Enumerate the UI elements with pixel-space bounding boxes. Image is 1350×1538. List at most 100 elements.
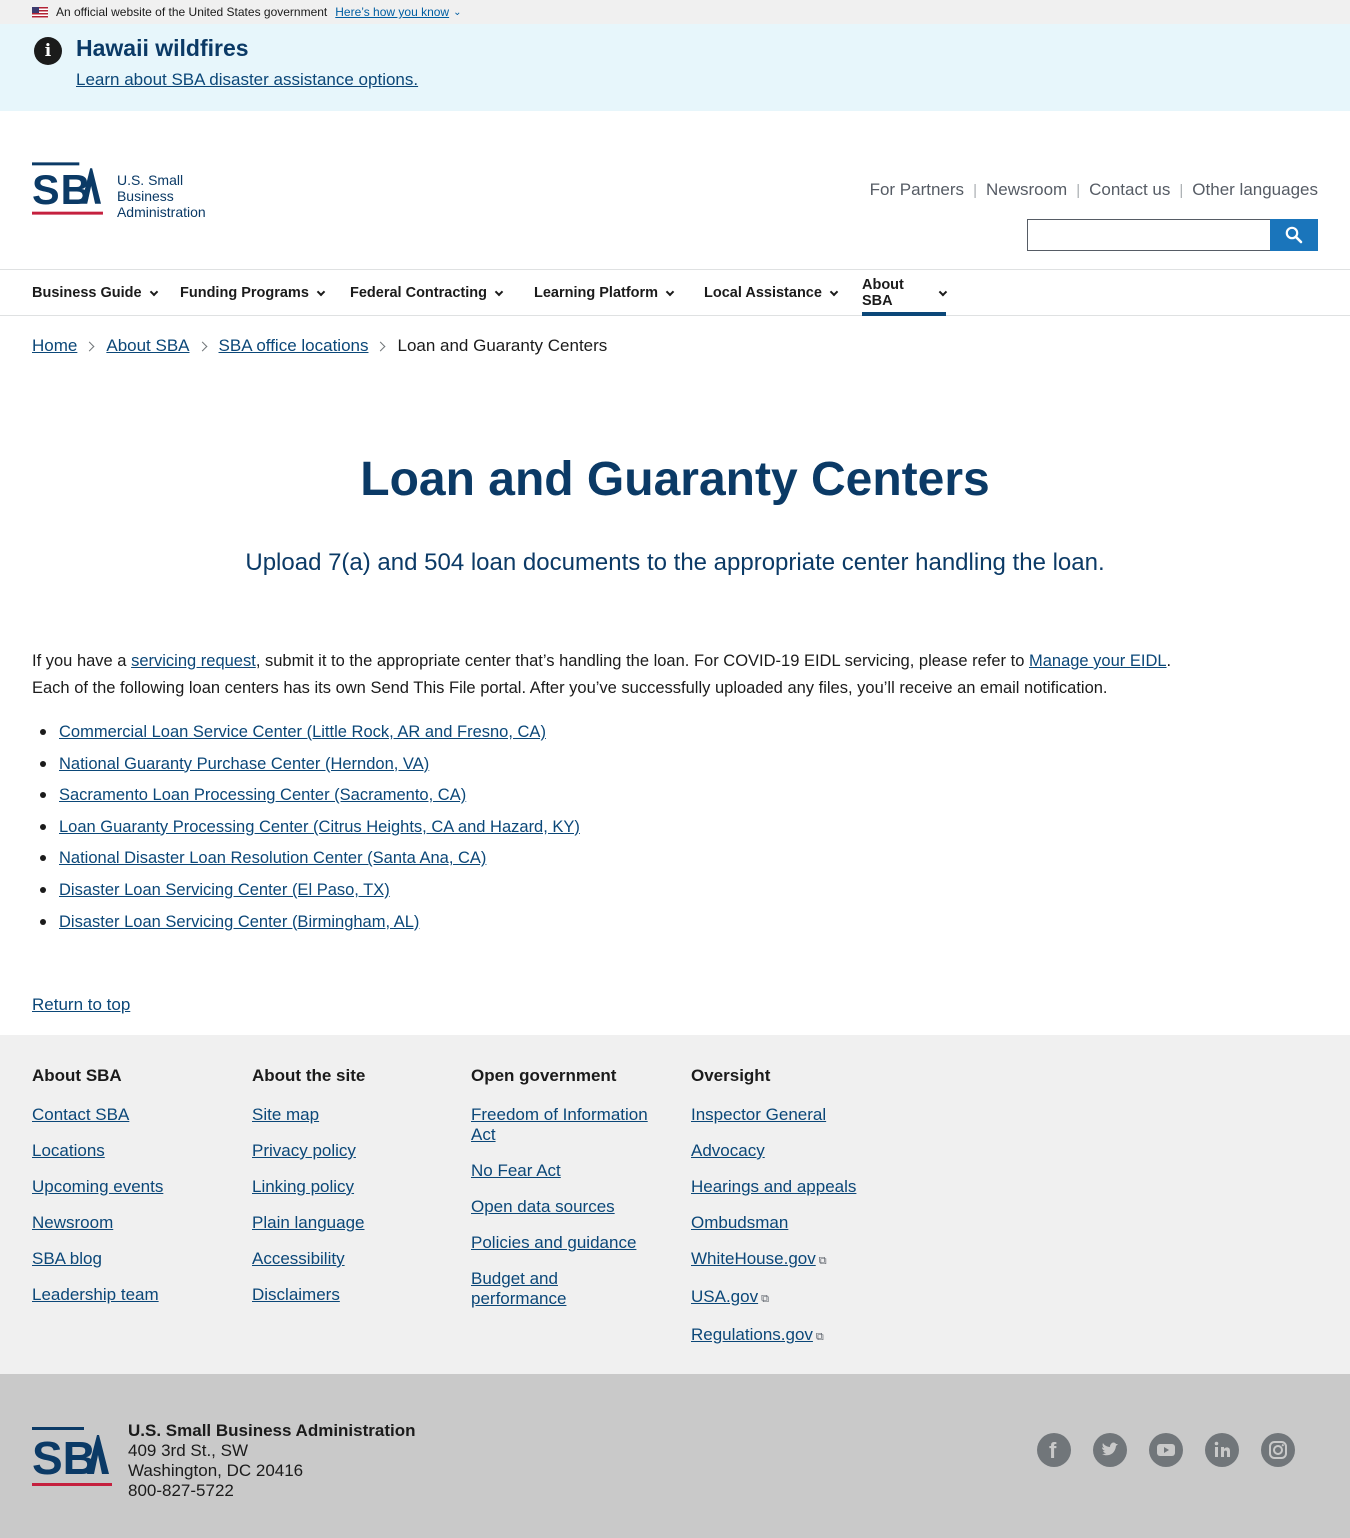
contact-us-link[interactable]: Contact us [1089,180,1170,200]
footer-link[interactable]: Open data sources [471,1197,661,1217]
footer-link[interactable]: No Fear Act [471,1161,661,1181]
breadcrumb-home[interactable]: Home [32,336,77,356]
list-item: Loan Guaranty Processing Center (Citrus … [32,814,580,846]
utility-separator: | [1076,181,1081,199]
footer-link[interactable]: Plain language [252,1213,452,1233]
center-link[interactable]: Disaster Loan Servicing Center (El Paso,… [59,881,390,899]
heres-how-you-know-link[interactable]: Here’s how you know [335,5,449,19]
chevron-right-icon [197,341,207,351]
address-line-1: 409 3rd St., SW [128,1441,248,1460]
external-link-icon: ⧉ [818,1255,827,1267]
list-item: Sacramento Loan Processing Center (Sacra… [32,782,580,814]
youtube-icon[interactable] [1149,1433,1183,1467]
footer-link[interactable]: Ombudsman [691,1213,891,1233]
nav-learning-platform[interactable]: Learning Platform [534,270,675,316]
return-to-top-link[interactable]: Return to top [32,995,130,1015]
external-link-icon: ⧉ [761,1293,769,1305]
footer-link[interactable]: Advocacy [691,1141,891,1161]
nav-label: Learning Platform [534,285,659,301]
list-item: Commercial Loan Service Center (Little R… [32,719,580,751]
footer-link[interactable]: SBA blog [32,1249,232,1269]
page-title: Loan and Guaranty Centers [360,453,990,506]
footer-link[interactable]: Upcoming events [32,1177,232,1197]
list-item: Disaster Loan Servicing Center (Birmingh… [32,909,580,941]
footer-heading: About SBA [32,1066,122,1085]
intro-paragraph: If you have a servicing request, submit … [32,648,1202,702]
manage-eidl-link[interactable]: Manage your EIDL [1029,652,1167,670]
servicing-request-link[interactable]: servicing request [131,652,256,670]
instagram-glyph [1269,1441,1287,1459]
center-link[interactable]: National Disaster Loan Resolution Center… [59,849,486,867]
footer-link-text: USA.gov [691,1287,759,1306]
nav-label: Business Guide [32,285,142,301]
external-link-icon: ⧉ [815,1331,824,1343]
for-partners-link[interactable]: For Partners [870,180,964,200]
nav-business-guide[interactable]: Business Guide [32,270,158,316]
sba-logo[interactable]: SB U.S. Small Business Administration [32,160,242,220]
footer-link[interactable]: Site map [252,1105,452,1125]
sba-logo-icon: SB [32,1427,112,1486]
newsroom-link[interactable]: Newsroom [986,180,1067,200]
contact-info: U.S. Small Business Administration 409 3… [128,1421,416,1501]
utility-separator: | [1179,181,1184,199]
chevron-down-icon [829,287,839,296]
svg-text:f: f [1049,1438,1057,1463]
footer-link[interactable]: Accessibility [252,1249,452,1269]
center-link[interactable]: Commercial Loan Service Center (Little R… [59,723,546,741]
footer-link[interactable]: Policies and guidance [471,1233,661,1253]
chevron-down-icon [316,287,326,296]
footer-col-oversight: Oversight Inspector General Advocacy Hea… [691,1066,891,1363]
center-link[interactable]: Sacramento Loan Processing Center (Sacra… [59,786,466,804]
chevron-down-icon [494,287,504,296]
chevron-right-icon [84,341,95,351]
footer-col-open-government: Open government Freedom of Information A… [471,1066,661,1325]
other-languages-link[interactable]: Other languages [1192,180,1318,200]
footer-col-about-site: About the site Site map Privacy policy L… [252,1066,452,1321]
facebook-icon[interactable]: f [1037,1433,1071,1467]
facebook-glyph: f [1049,1438,1057,1463]
breadcrumb-office-locations[interactable]: SBA office locations [219,336,369,356]
footer-link[interactable]: WhiteHouse.gov ⧉ [691,1249,891,1271]
nav-about-sba[interactable]: About SBA [862,270,948,316]
us-flag-icon [32,6,48,18]
logo-text-line1: U.S. Small Business [116,172,184,204]
center-link[interactable]: Loan Guaranty Processing Center (Citrus … [59,818,580,836]
chevron-down-icon [939,287,948,296]
footer-link[interactable]: Freedom of Information Act [471,1105,661,1145]
nav-label: Funding Programs [180,285,309,301]
footer-link[interactable]: Contact SBA [32,1105,232,1125]
alert-link[interactable]: Learn about SBA disaster assistance opti… [76,70,418,90]
org-name: U.S. Small Business Administration [128,1421,416,1440]
search-icon [1285,226,1303,244]
nav-federal-contracting[interactable]: Federal Contracting [350,270,504,316]
footer-link[interactable]: USA.gov ⧉ [691,1287,891,1309]
footer-link[interactable]: Leadership team [32,1285,232,1305]
instagram-icon[interactable] [1261,1433,1295,1467]
footer-link[interactable]: Locations [32,1141,232,1161]
footer-link[interactable]: Newsroom [32,1213,232,1233]
chevron-right-icon [376,341,386,351]
breadcrumb: Home About SBA SBA office locations Loan… [32,336,607,356]
breadcrumb-about-sba[interactable]: About SBA [106,336,189,356]
search-input[interactable] [1027,219,1271,251]
footer-link[interactable]: Budget and performance [471,1269,591,1309]
footer-link[interactable]: Privacy policy [252,1141,452,1161]
linkedin-icon[interactable] [1205,1433,1239,1467]
footer-link[interactable]: Hearings and appeals [691,1177,891,1197]
footer-link[interactable]: Disclaimers [252,1285,452,1305]
footer-link[interactable]: Linking policy [252,1177,452,1197]
footer-link[interactable]: Regulations.gov ⧉ [691,1325,891,1347]
twitter-icon[interactable] [1093,1433,1127,1467]
nav-funding-programs[interactable]: Funding Programs [180,270,326,316]
center-link[interactable]: Disaster Loan Servicing Center (Birmingh… [59,913,419,931]
alert-banner: i Hawaii wildfires Learn about SBA disas… [0,24,1350,111]
footer-link[interactable]: Inspector General [691,1105,891,1125]
center-link[interactable]: National Guaranty Purchase Center (Hernd… [59,755,429,773]
loan-centers-list: Commercial Loan Service Center (Little R… [32,719,580,940]
footer-link-text: WhiteHouse.gov [691,1249,816,1268]
address-line-2: Washington, DC 20416 [128,1461,304,1480]
search-form [1027,219,1318,251]
search-button[interactable] [1270,219,1318,251]
nav-local-assistance[interactable]: Local Assistance [704,270,839,316]
twitter-glyph [1102,1442,1118,1456]
